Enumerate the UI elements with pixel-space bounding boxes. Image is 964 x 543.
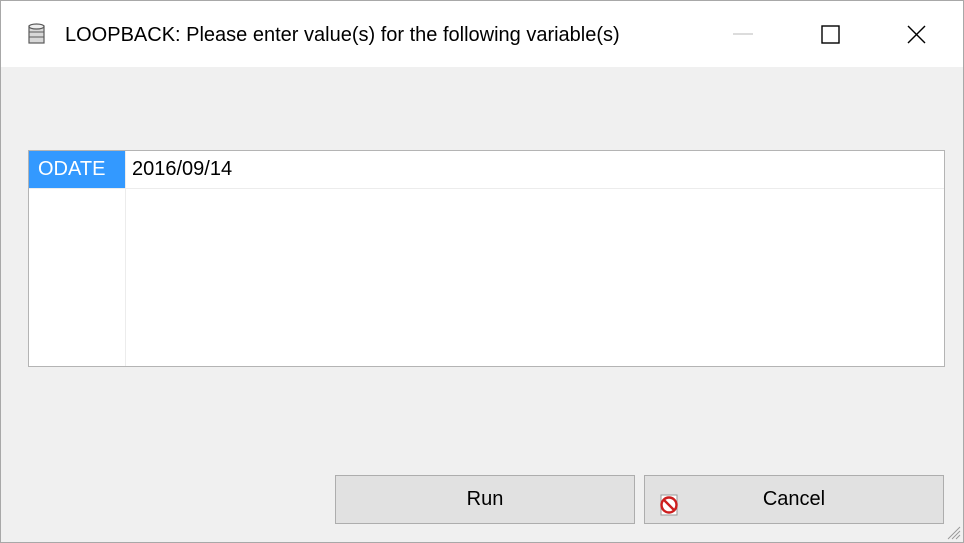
close-icon bbox=[907, 25, 926, 44]
cancel-button[interactable]: Cancel bbox=[644, 475, 944, 524]
variable-name-cell[interactable]: ODATE bbox=[29, 151, 125, 188]
close-button[interactable] bbox=[887, 9, 947, 59]
maximize-icon bbox=[821, 25, 840, 44]
cancel-icon bbox=[658, 488, 682, 516]
variables-grid[interactable]: ODATE 2016/09/14 bbox=[28, 150, 945, 367]
run-button[interactable]: Run bbox=[335, 475, 635, 524]
title-bar[interactable]: LOOPBACK: Please enter value(s) for the … bbox=[1, 1, 963, 67]
variable-value-cell[interactable]: 2016/09/14 bbox=[132, 151, 232, 188]
resize-grip-icon[interactable] bbox=[945, 524, 961, 540]
table-row[interactable]: ODATE 2016/09/14 bbox=[29, 151, 944, 189]
dialog-window: LOOPBACK: Please enter value(s) for the … bbox=[0, 0, 964, 543]
minimize-button[interactable] bbox=[713, 9, 773, 59]
cancel-button-label: Cancel bbox=[762, 488, 826, 510]
run-button-label: Run bbox=[466, 488, 504, 510]
maximize-button[interactable] bbox=[801, 9, 861, 59]
minimize-icon bbox=[733, 33, 753, 35]
database-icon bbox=[28, 23, 46, 45]
window-title: LOOPBACK: Please enter value(s) for the … bbox=[65, 24, 620, 46]
